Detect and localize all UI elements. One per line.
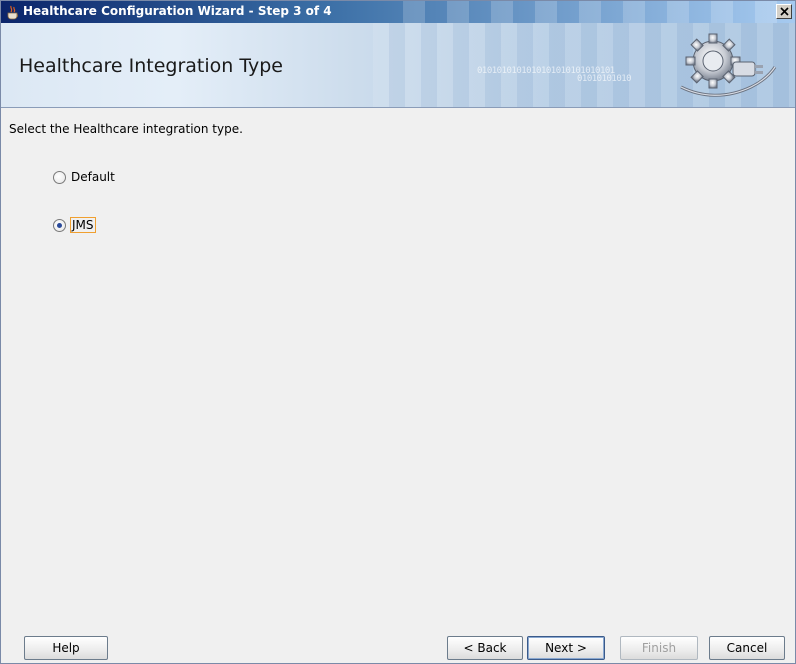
header-binary-decoration: 0101010101010101010101010101 01010101010 <box>477 67 632 84</box>
wizard-content: Select the Healthcare integration type. … <box>1 108 795 602</box>
radio-label-default: Default <box>71 170 115 184</box>
cancel-button[interactable]: Cancel <box>709 636 785 660</box>
wizard-header: Healthcare Integration Type 010101010101… <box>1 23 795 108</box>
close-button[interactable] <box>776 4 792 19</box>
radio-button-default[interactable] <box>53 170 66 184</box>
java-cup-icon <box>5 4 21 20</box>
gear-plug-icon <box>671 27 781 103</box>
help-button[interactable]: Help <box>24 636 108 660</box>
instruction-text: Select the Healthcare integration type. <box>9 122 243 136</box>
finish-button[interactable]: Finish <box>620 636 698 660</box>
radio-button-jms[interactable] <box>53 218 66 232</box>
title-bar-decoration <box>381 1 795 23</box>
window-title: Healthcare Configuration Wizard - Step 3… <box>23 4 332 18</box>
next-button[interactable]: Next > <box>527 636 605 660</box>
radio-option-default[interactable]: Default <box>53 168 116 186</box>
close-icon <box>780 7 789 16</box>
binary-line-2: 01010101010 <box>577 74 632 84</box>
back-button[interactable]: < Back <box>447 636 523 660</box>
page-title: Healthcare Integration Type <box>19 55 283 77</box>
radio-label-jms: JMS <box>70 217 96 233</box>
button-bar: Help < Back Next > Finish Cancel <box>1 602 795 663</box>
title-bar[interactable]: Healthcare Configuration Wizard - Step 3… <box>1 1 795 23</box>
wizard-window: Healthcare Configuration Wizard - Step 3… <box>0 0 796 664</box>
radio-option-jms[interactable]: JMS <box>53 216 96 234</box>
